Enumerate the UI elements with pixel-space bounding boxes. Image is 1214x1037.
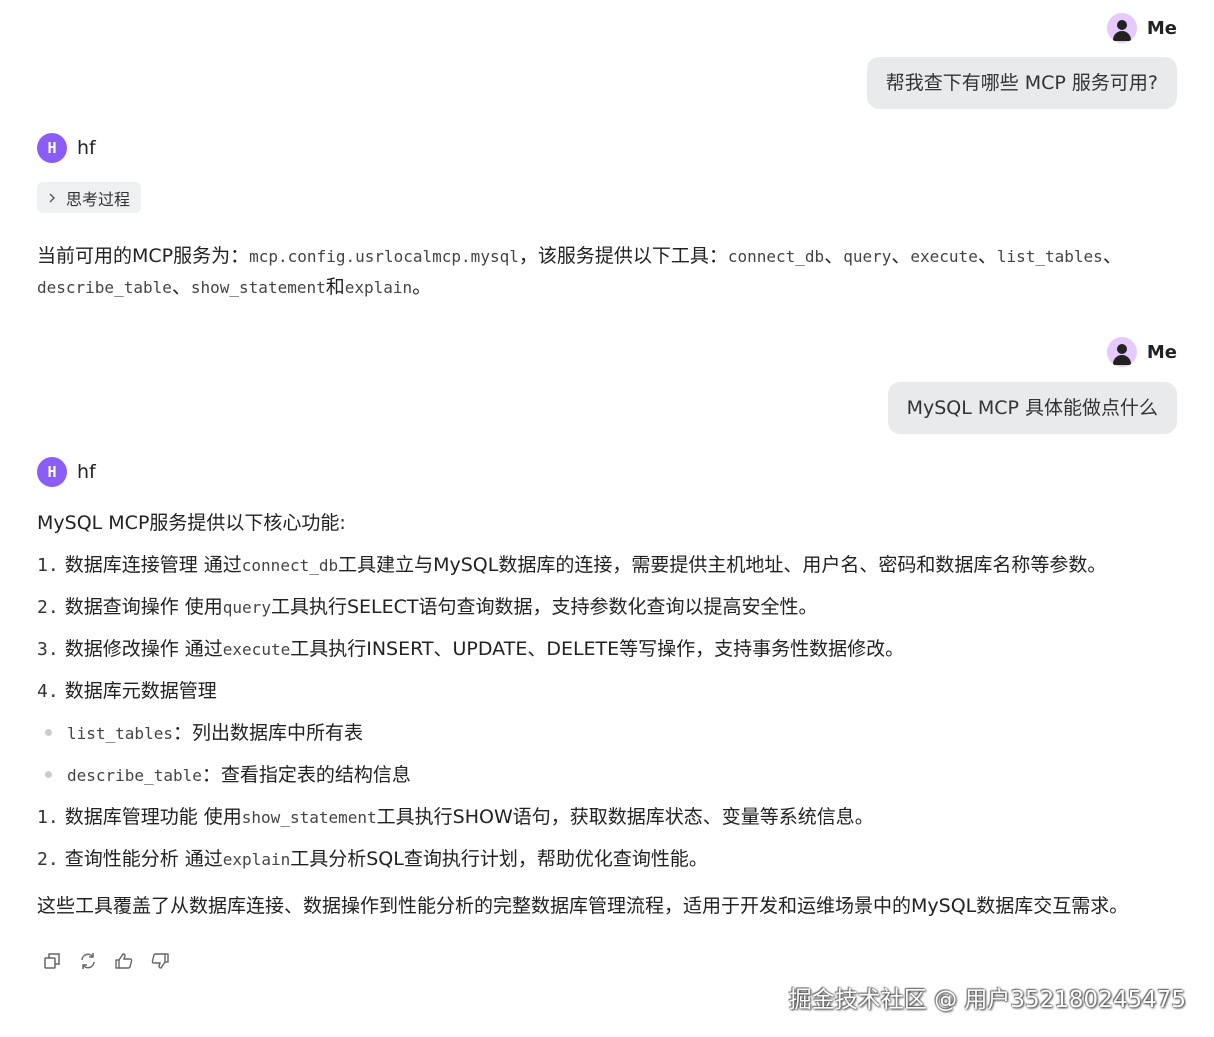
item-number: 1. bbox=[37, 807, 59, 828]
user-message-bubble: 帮我查下有哪些 MCP 服务可用? bbox=[866, 57, 1177, 109]
text-segment: 数据修改操作 通过 bbox=[64, 638, 223, 660]
list-item: 1. 数据库连接管理 通过connect_db工具建立与MySQL数据库的连接，… bbox=[37, 550, 1106, 577]
text-segment: 工具执行INSERT、UPDATE、DELETE等写操作，支持事务性数据修改。 bbox=[290, 638, 905, 660]
text-segment: 工具执行SHOW语句，获取数据库状态、变量等系统信息。 bbox=[376, 806, 874, 828]
user-message-bubble: MySQL MCP 具体能做点什么 bbox=[887, 382, 1177, 434]
text-segment: 、 bbox=[171, 276, 191, 298]
item-number: 3. bbox=[37, 639, 59, 660]
text-segment: ：查看指定表的结构信息 bbox=[201, 764, 411, 786]
text-segment: 数据查询操作 使用 bbox=[64, 596, 223, 618]
message-actions bbox=[42, 951, 170, 971]
user-avatar-icon bbox=[1106, 337, 1137, 367]
text-segment: 当前可用的MCP服务为： bbox=[37, 245, 250, 267]
text-segment: 数据库管理功能 使用 bbox=[64, 806, 242, 828]
bot-header-1: H hf bbox=[37, 133, 96, 163]
thumbs-up-icon[interactable] bbox=[114, 951, 134, 971]
bot-name: hf bbox=[77, 137, 96, 159]
code-inline: query bbox=[222, 598, 271, 617]
code-inline: connect_db bbox=[241, 556, 339, 575]
code-inline: show_statement bbox=[190, 278, 326, 297]
copy-icon[interactable] bbox=[42, 951, 62, 971]
code-inline: list_tables bbox=[996, 247, 1103, 266]
text-segment: ，该服务提供以下工具： bbox=[518, 245, 728, 267]
bot-outro: 这些工具覆盖了从数据库连接、数据操作到性能分析的完整数据库管理流程，适用于开发和… bbox=[37, 895, 1129, 917]
list-item: 4. 数据库元数据管理 bbox=[37, 676, 217, 703]
thumbs-down-icon[interactable] bbox=[150, 951, 170, 971]
bullet-dot bbox=[45, 770, 52, 778]
bot-message-text: 当前可用的MCP服务为：mcp.config.usrlocalmcp.mysql… bbox=[37, 241, 1177, 303]
code-inline: mcp.config.usrlocalmcp.mysql bbox=[249, 247, 519, 266]
item-number: 2. bbox=[37, 849, 59, 870]
user-name: Me bbox=[1146, 341, 1177, 363]
bot-header-2: H hf bbox=[37, 457, 96, 487]
regenerate-icon[interactable] bbox=[78, 951, 98, 971]
bot-avatar: H bbox=[37, 457, 67, 487]
list-item: 1. 数据库管理功能 使用show_statement工具执行SHOW语句，获取… bbox=[37, 802, 874, 829]
bullet-dot bbox=[45, 728, 52, 736]
text-segment: 工具分析SQL查询执行计划，帮助优化查询性能。 bbox=[290, 848, 708, 870]
code-inline: execute bbox=[910, 247, 978, 266]
bot-avatar: H bbox=[37, 133, 67, 163]
thinking-label: 思考过程 bbox=[66, 189, 131, 209]
user-name: Me bbox=[1146, 17, 1177, 39]
text-segment: 数据库连接管理 通过 bbox=[64, 554, 242, 576]
bot-name: hf bbox=[77, 461, 96, 483]
text-segment: 。 bbox=[412, 276, 432, 298]
text-segment: 、 bbox=[824, 245, 844, 267]
code-inline: list_tables bbox=[67, 724, 173, 743]
item-number: 4. bbox=[37, 681, 59, 702]
text-segment: ：列出数据库中所有表 bbox=[172, 722, 363, 744]
text-segment: 、 bbox=[977, 245, 997, 267]
item-number: 2. bbox=[37, 597, 59, 618]
user-header-2: Me bbox=[1106, 337, 1177, 367]
text-segment: 和 bbox=[325, 276, 345, 298]
watermark: 掘金技术社区 @ 用户352180245475 bbox=[788, 987, 1186, 1013]
code-inline: connect_db bbox=[727, 247, 825, 266]
code-inline: execute bbox=[222, 640, 291, 659]
text-segment: 数据库元数据管理 bbox=[64, 680, 217, 702]
text-segment: 查询性能分析 通过 bbox=[64, 848, 223, 870]
bot-intro: MySQL MCP服务提供以下核心功能: bbox=[37, 512, 346, 534]
list-item: 2. 查询性能分析 通过explain工具分析SQL查询执行计划，帮助优化查询性… bbox=[37, 844, 708, 871]
code-inline: explain bbox=[344, 278, 413, 297]
chevron-right-icon bbox=[49, 193, 55, 202]
code-inline: describe_table bbox=[67, 766, 202, 785]
list-item: 2. 数据查询操作 使用query工具执行SELECT语句查询数据，支持参数化查… bbox=[37, 592, 817, 619]
user-avatar-icon bbox=[1106, 13, 1137, 43]
thinking-process-toggle[interactable]: 思考过程 bbox=[37, 182, 142, 213]
item-number: 1. bbox=[37, 555, 59, 576]
code-inline: show_statement bbox=[241, 808, 377, 827]
bullet-item: list_tables：列出数据库中所有表 bbox=[37, 718, 363, 745]
text-segment: 工具建立与MySQL数据库的连接，需要提供主机地址、用户名、密码和数据库名称等参… bbox=[338, 554, 1107, 576]
user-header-1: Me bbox=[1106, 13, 1177, 43]
bullet-item: describe_table：查看指定表的结构信息 bbox=[37, 760, 411, 787]
code-inline: query bbox=[843, 247, 892, 266]
text-segment: 工具执行SELECT语句查询数据，支持参数化查询以提高安全性。 bbox=[270, 596, 818, 618]
list-item: 3. 数据修改操作 通过execute工具执行INSERT、UPDATE、DEL… bbox=[37, 634, 904, 661]
code-inline: describe_table bbox=[37, 278, 172, 297]
code-inline: explain bbox=[222, 850, 291, 869]
text-segment: 、 bbox=[891, 245, 911, 267]
text-segment: 、 bbox=[1102, 245, 1122, 267]
